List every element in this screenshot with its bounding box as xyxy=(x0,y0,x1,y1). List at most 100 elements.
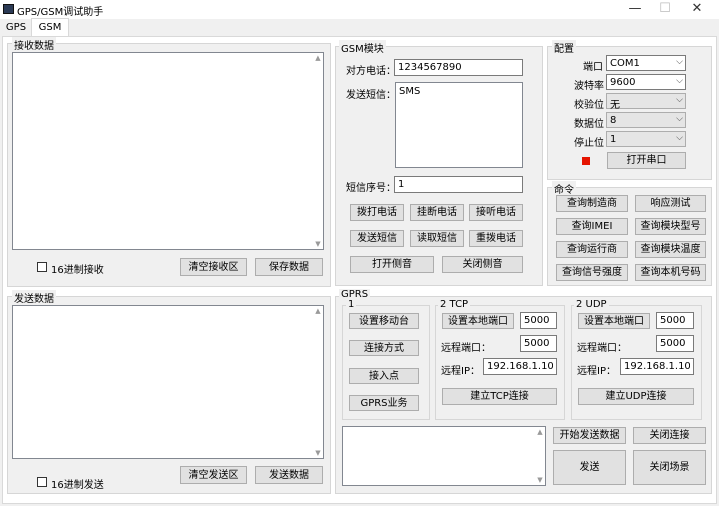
port-value: COM1 xyxy=(610,58,640,69)
query-signal-button[interactable]: 查询信号强度 xyxy=(556,264,628,281)
udp-connect-button[interactable]: 建立UDP连接 xyxy=(578,388,694,405)
udp-local-port-input[interactable] xyxy=(656,312,694,329)
tcp-remote-ip-label: 远程IP： xyxy=(441,366,480,377)
open-port-button[interactable]: 打开串口 xyxy=(607,152,686,169)
parity-select[interactable]: 无 ⌵ xyxy=(606,93,686,111)
hex-receive-checkbox[interactable] xyxy=(37,262,47,272)
connection-mode-button[interactable]: 连接方式 xyxy=(349,340,419,356)
databits-label: 数据位 xyxy=(574,119,604,130)
scroll-up-icon[interactable]: ▲ xyxy=(536,428,544,436)
phone-label: 对方电话： xyxy=(346,66,396,77)
clear-send-button[interactable]: 清空发送区 xyxy=(180,466,247,484)
query-imei-button[interactable]: 查询IMEI xyxy=(556,218,628,235)
tcp-connect-button[interactable]: 建立TCP连接 xyxy=(442,388,557,405)
gprs-step1-label: 1 xyxy=(346,299,357,310)
config-group-label: 配置 xyxy=(552,40,576,55)
redial-button[interactable]: 重拨电话 xyxy=(469,230,523,247)
stopbits-value: 1 xyxy=(610,134,617,145)
window-title: GPS/GSM调试助手 xyxy=(17,7,104,18)
receive-scrollbar[interactable]: ▲ ▼ xyxy=(313,53,323,249)
access-point-button[interactable]: 接入点 xyxy=(349,368,419,384)
app-icon xyxy=(3,4,14,14)
receive-group-label: 接收数据 xyxy=(12,37,56,52)
gprs-send-scrollbar[interactable]: ▲ ▼ xyxy=(535,427,545,485)
sms-textarea[interactable]: SMS xyxy=(395,82,523,168)
send-sms-button[interactable]: 发送短信 xyxy=(350,230,404,247)
tcp-group-label: 2 TCP xyxy=(438,299,471,310)
sms-text: SMS xyxy=(399,86,421,97)
scroll-up-icon[interactable]: ▲ xyxy=(314,307,322,315)
chevron-down-icon: ⌵ xyxy=(676,95,683,105)
parity-value: 无 xyxy=(610,100,620,111)
read-sms-button[interactable]: 读取短信 xyxy=(410,230,464,247)
sms-label: 发送短信： xyxy=(346,90,396,101)
dial-button[interactable]: 拨打电话 xyxy=(350,204,404,221)
phone-input[interactable] xyxy=(394,59,523,76)
query-model-button[interactable]: 查询模块型号 xyxy=(635,218,706,235)
answer-button[interactable]: 接听电话 xyxy=(469,204,523,221)
clear-receive-button[interactable]: 清空接收区 xyxy=(180,258,247,276)
baud-value: 9600 xyxy=(610,77,636,88)
gprs-send-button[interactable]: 发送 xyxy=(553,450,626,485)
send-group-label: 发送数据 xyxy=(12,290,56,305)
sidetone-off-button[interactable]: 关闭侧音 xyxy=(442,256,523,273)
chevron-down-icon: ⌵ xyxy=(676,114,683,124)
send-textarea[interactable]: ▲ ▼ xyxy=(12,305,324,459)
hex-send-checkbox[interactable] xyxy=(37,477,47,487)
udp-set-local-port-button[interactable]: 设置本地端口 xyxy=(578,313,650,329)
sms-index-input[interactable] xyxy=(394,176,523,193)
tcp-local-port-input[interactable] xyxy=(520,312,557,329)
query-number-button[interactable]: 查询本机号码 xyxy=(635,264,706,281)
databits-value: 8 xyxy=(610,115,617,126)
port-select[interactable]: COM1 ⌵ xyxy=(606,55,686,71)
tcp-set-local-port-button[interactable]: 设置本地端口 xyxy=(442,313,514,329)
udp-remote-ip-label: 远程IP： xyxy=(577,366,616,377)
udp-remote-port-input[interactable] xyxy=(656,335,694,352)
baud-label: 波特率 xyxy=(574,81,604,92)
commands-group-label: 命令 xyxy=(552,181,576,196)
sms-index-label: 短信序号： xyxy=(346,183,396,194)
baud-select[interactable]: 9600 ⌵ xyxy=(606,74,686,90)
port-status-indicator xyxy=(582,157,590,165)
query-manufacturer-button[interactable]: 查询制造商 xyxy=(556,195,628,212)
save-data-button[interactable]: 保存数据 xyxy=(255,258,323,276)
udp-group-label: 2 UDP xyxy=(574,299,609,310)
receive-textarea[interactable]: ▲ ▼ xyxy=(12,52,324,250)
tab-gps[interactable]: GPS xyxy=(2,19,30,37)
query-temperature-button[interactable]: 查询模块温度 xyxy=(635,241,706,258)
send-scrollbar[interactable]: ▲ ▼ xyxy=(313,306,323,458)
gprs-service-button[interactable]: GPRS业务 xyxy=(349,395,419,411)
chevron-down-icon: ⌵ xyxy=(676,76,683,86)
send-data-button[interactable]: 发送数据 xyxy=(255,466,323,484)
close-connection-button[interactable]: 关闭连接 xyxy=(633,427,706,444)
hex-receive-label: 16进制接收 xyxy=(51,265,104,276)
hex-send-label: 16进制发送 xyxy=(51,480,104,491)
udp-remote-port-label: 远程端口： xyxy=(577,343,627,354)
scroll-down-icon[interactable]: ▼ xyxy=(536,476,544,484)
gprs-send-textarea[interactable]: ▲ ▼ xyxy=(342,426,546,486)
close-button[interactable]: ✕ xyxy=(682,0,712,19)
start-send-button[interactable]: 开始发送数据 xyxy=(553,427,626,444)
response-test-button[interactable]: 响应测试 xyxy=(635,195,706,212)
stopbits-select[interactable]: 1 ⌵ xyxy=(606,131,686,147)
stopbits-label: 停止位 xyxy=(574,138,604,149)
minimize-button[interactable]: — xyxy=(620,0,650,19)
title-bar xyxy=(0,0,719,19)
gsm-group-label: GSM模块 xyxy=(339,40,386,55)
scroll-up-icon[interactable]: ▲ xyxy=(314,54,322,62)
hangup-button[interactable]: 挂断电话 xyxy=(410,204,464,221)
tcp-remote-ip-input[interactable] xyxy=(483,358,557,375)
databits-select[interactable]: 8 ⌵ xyxy=(606,112,686,128)
maximize-button[interactable]: ☐ xyxy=(650,0,680,19)
tab-gsm[interactable]: GSM xyxy=(31,18,69,37)
udp-remote-ip-input[interactable] xyxy=(620,358,694,375)
tcp-remote-port-input[interactable] xyxy=(520,335,557,352)
parity-label: 校验位 xyxy=(574,100,604,111)
chevron-down-icon: ⌵ xyxy=(676,133,683,143)
scroll-down-icon[interactable]: ▼ xyxy=(314,449,322,457)
sidetone-on-button[interactable]: 打开侧音 xyxy=(350,256,434,273)
query-operator-button[interactable]: 查询运行商 xyxy=(556,241,628,258)
close-scene-button[interactable]: 关闭场景 xyxy=(633,450,706,485)
scroll-down-icon[interactable]: ▼ xyxy=(314,240,322,248)
set-mobile-station-button[interactable]: 设置移动台 xyxy=(349,313,419,329)
